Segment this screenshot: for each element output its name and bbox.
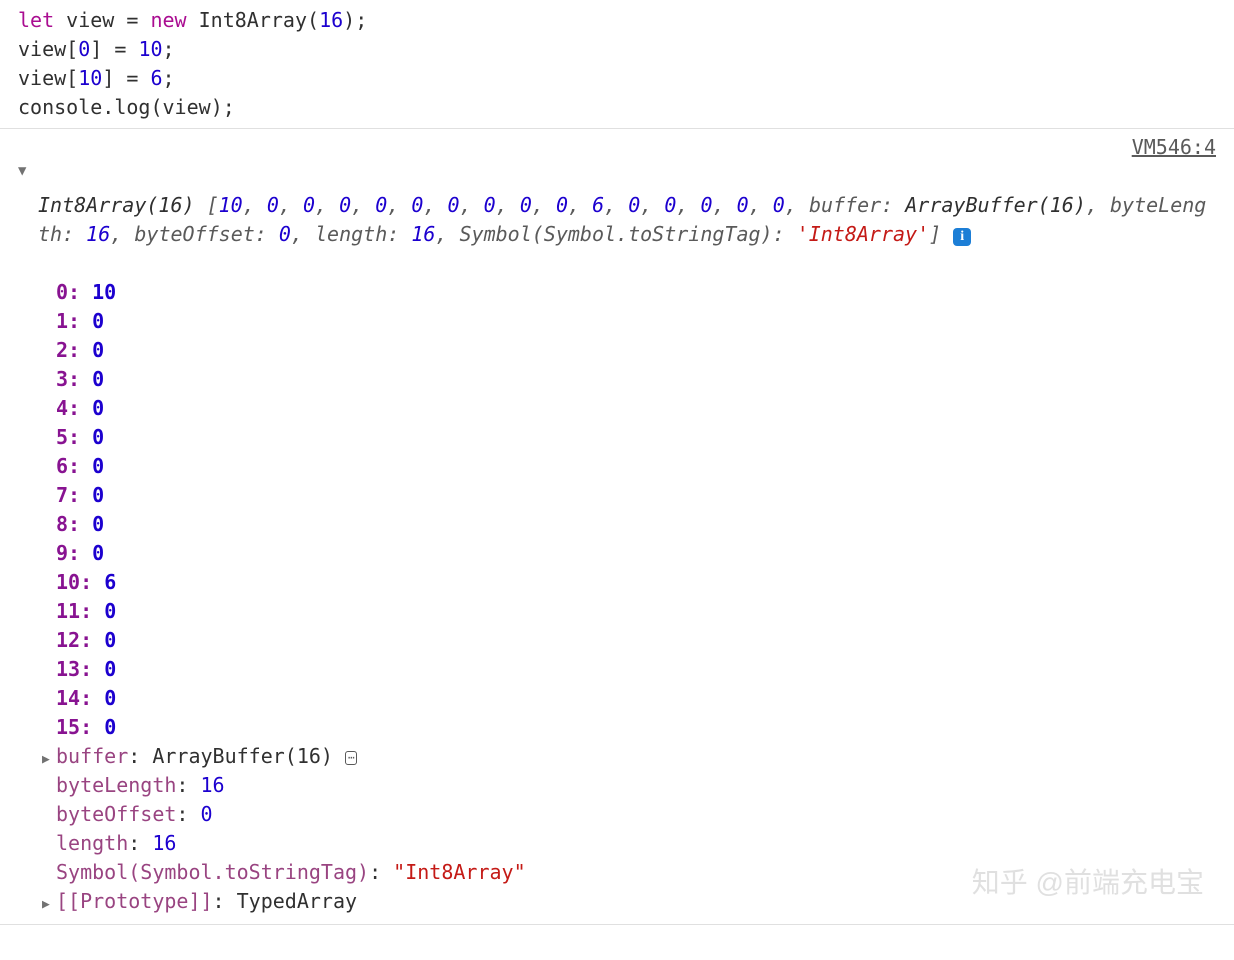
array-index-entry: 3: 0 (56, 365, 1216, 394)
disclosure-triangle-closed-icon[interactable]: ▶ (42, 896, 56, 915)
array-index-entry: 13: 0 (56, 655, 1216, 684)
type-int8array: Int8Array (199, 8, 307, 32)
object-summary[interactable]: ▼ Int8Array(16) [10, 0, 0, 0, 0, 0, 0, 0… (18, 133, 1216, 278)
property-buffer[interactable]: ▶buffer: ArrayBuffer(16) ⋯ (56, 742, 1216, 771)
equals: = (114, 8, 150, 32)
array-index-entry: 4: 0 (56, 394, 1216, 423)
summary-type: Int8Array(16) (38, 193, 195, 217)
array-index-entry: 0: 10 (56, 278, 1216, 307)
array-index-entry: 7: 0 (56, 481, 1216, 510)
array-index-entry: 15: 0 (56, 713, 1216, 742)
info-icon[interactable]: i (953, 228, 971, 246)
code-line-2: view[0] = 10; (18, 35, 1216, 64)
array-index-entry: 11: 0 (56, 597, 1216, 626)
watermark: 知乎 @前端充电宝 (972, 863, 1204, 904)
code-line-1: let view = new Int8Array(16); (18, 6, 1216, 35)
array-index-entry: 2: 0 (56, 336, 1216, 365)
keyword-new: new (150, 8, 186, 32)
memory-inspector-icon[interactable]: ⋯ (345, 751, 357, 765)
array-index-entry: 6: 0 (56, 452, 1216, 481)
array-index-entry: 10: 6 (56, 568, 1216, 597)
array-index-entry: 1: 0 (56, 307, 1216, 336)
array-index-entry: 12: 0 (56, 626, 1216, 655)
property-bytelength: byteLength: 16 (56, 771, 1216, 800)
array-index-entry: 14: 0 (56, 684, 1216, 713)
keyword-let: let (18, 8, 54, 32)
code-line-4: console.log(view); (18, 93, 1216, 122)
disclosure-triangle-open-icon[interactable]: ▼ (18, 161, 26, 181)
console-output-block: VM546:4 ▼ Int8Array(16) [10, 0, 0, 0, 0,… (0, 129, 1234, 925)
array-index-entry: 8: 0 (56, 510, 1216, 539)
identifier-view: view (66, 8, 114, 32)
property-byteoffset: byteOffset: 0 (56, 800, 1216, 829)
disclosure-triangle-closed-icon[interactable]: ▶ (42, 751, 56, 770)
array-index-entry: 9: 0 (56, 539, 1216, 568)
console-input-block: let view = new Int8Array(16); view[0] = … (0, 0, 1234, 129)
object-entries: 0: 101: 02: 03: 04: 05: 06: 07: 08: 09: … (18, 278, 1216, 742)
number-literal: 16 (319, 8, 343, 32)
property-length: length: 16 (56, 829, 1216, 858)
array-index-entry: 5: 0 (56, 423, 1216, 452)
code-line-3: view[10] = 6; (18, 64, 1216, 93)
summary-values: 10, 0, 0, 0, 0, 0, 0, 0, 0, 0, 6, 0, 0, … (219, 193, 785, 217)
